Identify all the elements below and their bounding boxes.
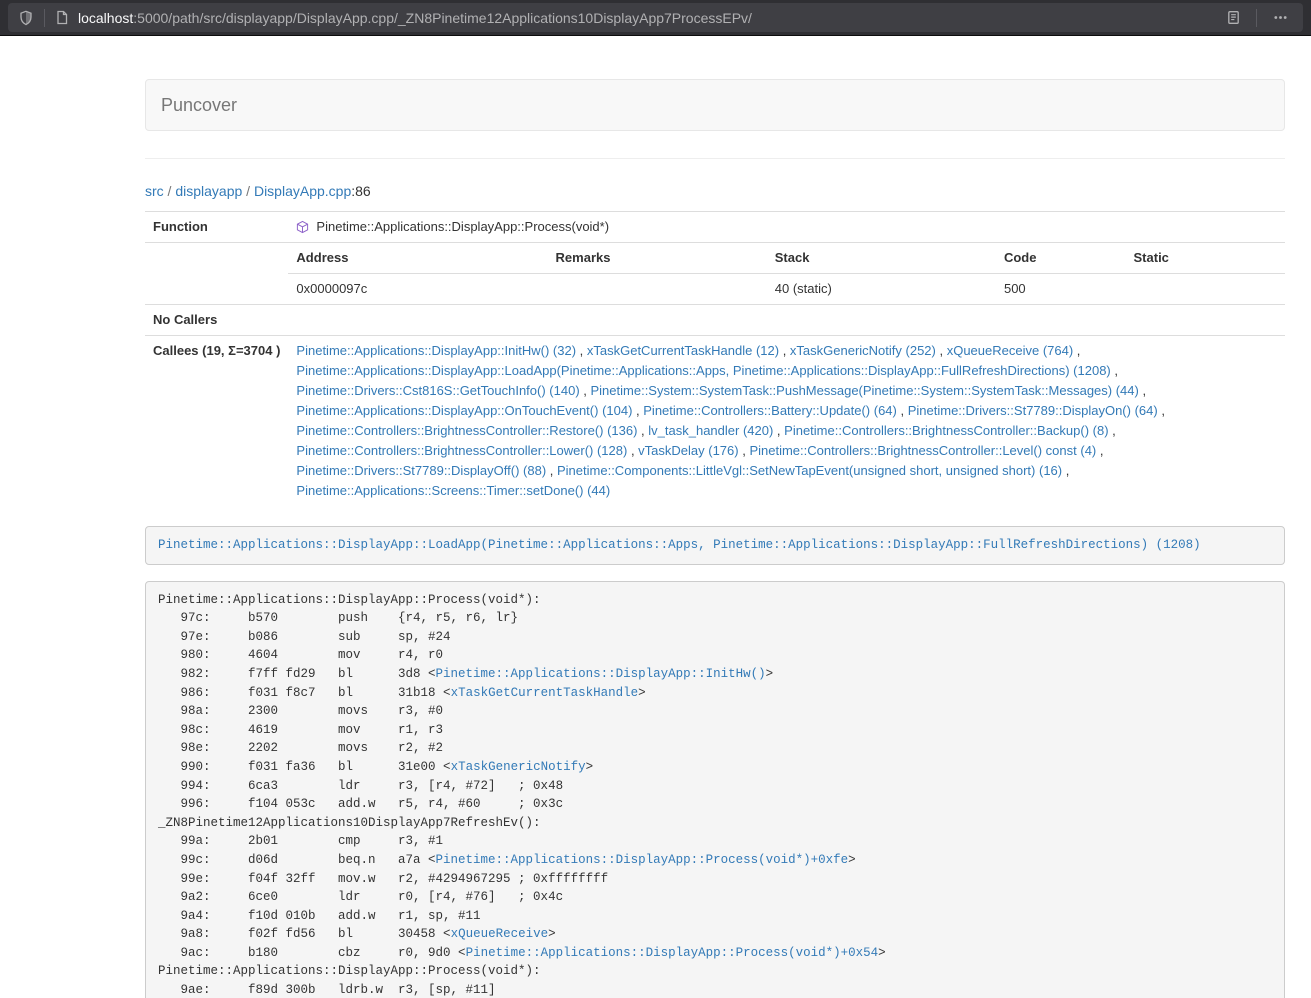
callee-link[interactable]: Pinetime::Controllers::BrightnessControl…: [296, 423, 637, 438]
stats-value: [548, 274, 767, 305]
highlighted-callee-box: Pinetime::Applications::DisplayApp::Load…: [145, 526, 1285, 565]
callee-link[interactable]: Pinetime::Drivers::St7789::DisplayOn() (…: [908, 403, 1158, 418]
browser-toolbar: localhost:5000/path/src/displayapp/Displ…: [0, 0, 1311, 36]
callee-link[interactable]: Pinetime::Controllers::BrightnessControl…: [296, 443, 627, 458]
callee-link[interactable]: xTaskGetCurrentTaskHandle (12): [587, 343, 779, 358]
callees-label: Callees (19, Σ=3704 ): [145, 336, 288, 507]
breadcrumb-item-displayapp[interactable]: displayapp: [175, 183, 242, 199]
brand-title[interactable]: Puncover: [146, 80, 252, 130]
breadcrumb-item-src[interactable]: src: [145, 183, 164, 199]
stats-table: AddressRemarksStackCodeStatic 0x0000097c…: [288, 243, 1285, 304]
callee-link[interactable]: Pinetime::Applications::Screens::Timer::…: [296, 483, 610, 498]
callee-link[interactable]: Pinetime::System::SystemTask::PushMessag…: [591, 383, 1139, 398]
divider: [145, 158, 1285, 159]
stats-column-header: Static: [1126, 243, 1285, 274]
callee-link[interactable]: Pinetime::Applications::DisplayApp::Init…: [296, 343, 576, 358]
breadcrumb-line-number: :86: [351, 183, 370, 199]
callee-link[interactable]: Pinetime::Applications::DisplayApp::OnTo…: [296, 403, 632, 418]
asm-symbol-link[interactable]: Pinetime::Applications::DisplayApp::Proc…: [436, 853, 849, 867]
stats-column-header: Address: [288, 243, 547, 274]
stats-column-header: Code: [996, 243, 1126, 274]
function-name: Pinetime::Applications::DisplayApp::Proc…: [316, 217, 609, 237]
disassembly: Pinetime::Applications::DisplayApp::Proc…: [145, 581, 1285, 998]
url-bar[interactable]: localhost:5000/path/src/displayapp/Displ…: [8, 3, 1303, 32]
loadapp-link[interactable]: Pinetime::Applications::DisplayApp::Load…: [158, 538, 1201, 552]
urlbar-divider: [44, 9, 45, 27]
reader-mode-icon[interactable]: [1220, 6, 1246, 30]
breadcrumb-item-file[interactable]: DisplayApp.cpp: [254, 183, 351, 199]
callees-list: Pinetime::Applications::DisplayApp::Init…: [296, 343, 1165, 498]
package-icon: [296, 220, 309, 234]
stats-value: [1126, 274, 1285, 305]
callee-link[interactable]: xQueueReceive (764): [947, 343, 1073, 358]
callee-link[interactable]: Pinetime::Controllers::Battery::Update()…: [643, 403, 897, 418]
callee-link[interactable]: Pinetime::Controllers::BrightnessControl…: [749, 443, 1096, 458]
url-input[interactable]: localhost:5000/path/src/displayapp/Displ…: [78, 10, 1220, 26]
urlbar-divider-right: [1256, 9, 1257, 27]
page-icon: [55, 10, 69, 25]
callee-link[interactable]: xTaskGenericNotify (252): [790, 343, 936, 358]
page-body: Puncover src / displayapp / DisplayApp.c…: [0, 37, 1311, 998]
navbar: Puncover: [145, 79, 1285, 131]
stats-header-row: AddressRemarksStackCodeStatic: [288, 243, 1285, 274]
stats-value: 40 (static): [767, 274, 996, 305]
stats-value-row: 0x0000097c 40 (static)500: [288, 274, 1285, 305]
callee-link[interactable]: vTaskDelay (176): [638, 443, 738, 458]
callee-link[interactable]: Pinetime::Components::LittleVgl::SetNewT…: [557, 463, 1062, 478]
stats-column-header: Remarks: [548, 243, 767, 274]
asm-symbol-link[interactable]: Pinetime::Applications::DisplayApp::Init…: [436, 667, 766, 681]
asm-symbol-link[interactable]: xTaskGetCurrentTaskHandle: [451, 686, 639, 700]
stats-column-header: Stack: [767, 243, 996, 274]
asm-symbol-link[interactable]: xTaskGenericNotify: [451, 760, 586, 774]
breadcrumb-separator: /: [242, 183, 254, 199]
no-callers-label: No Callers: [145, 305, 288, 336]
callee-link[interactable]: Pinetime::Drivers::St7789::DisplayOff() …: [296, 463, 546, 478]
shield-icon[interactable]: [18, 10, 34, 26]
callee-link[interactable]: Pinetime::Controllers::BrightnessControl…: [784, 423, 1108, 438]
stats-value: 500: [996, 274, 1126, 305]
breadcrumb-separator: /: [164, 183, 176, 199]
stats-value: 0x0000097c: [288, 274, 547, 305]
function-label: Function: [145, 212, 288, 243]
function-details-table: Function Pinetime::Applications::Display…: [145, 211, 1285, 506]
page-actions-menu-icon[interactable]: [1267, 6, 1293, 30]
asm-symbol-link[interactable]: xQueueReceive: [451, 927, 549, 941]
callee-link[interactable]: lv_task_handler (420): [648, 423, 773, 438]
callee-link[interactable]: Pinetime::Drivers::Cst816S::GetTouchInfo…: [296, 383, 579, 398]
url-host: localhost: [78, 10, 133, 26]
breadcrumb: src / displayapp / DisplayApp.cpp:86: [145, 183, 1285, 199]
callee-link[interactable]: Pinetime::Applications::DisplayApp::Load…: [296, 363, 1110, 378]
asm-symbol-link[interactable]: Pinetime::Applications::DisplayApp::Proc…: [466, 946, 879, 960]
url-path: :5000/path/src/displayapp/DisplayApp.cpp…: [133, 10, 752, 26]
